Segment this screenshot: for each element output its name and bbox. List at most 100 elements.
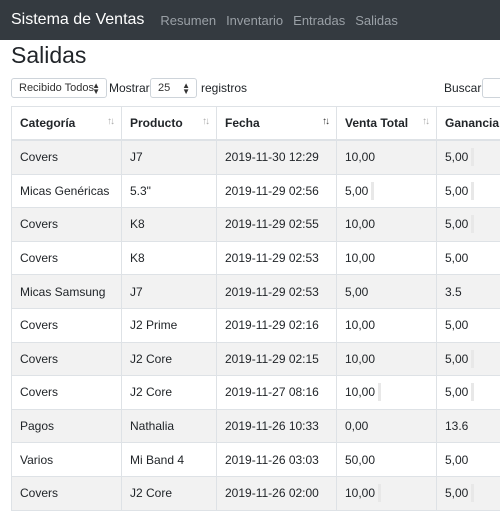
show-label: Mostrar [109, 81, 150, 95]
cell-ganancia: 5,00 [437, 476, 500, 510]
ganancia-value[interactable]: 5,00 [445, 215, 474, 233]
page-title: Salidas [11, 42, 86, 69]
cell-fecha: 2019-11-26 10:33 [217, 409, 337, 443]
cell-categoria: Covers [12, 140, 122, 174]
table-row: CoversJ2 Core2019-11-26 02:0010,005,00 [12, 476, 500, 510]
cell-venta-total: 10,00 [337, 476, 437, 510]
cell-categoria: Pagos [12, 409, 122, 443]
cell-producto: Nathalia [122, 409, 217, 443]
table-row: CoversJ2 Core2019-11-27 08:1610,005,00 [12, 376, 500, 410]
column-header-fecha[interactable]: Fecha ↑↓ [217, 107, 337, 141]
ganancia-value[interactable]: 5,00 [445, 350, 474, 368]
nav-link-salidas[interactable]: Salidas [355, 13, 398, 28]
cell-categoria: Covers [12, 208, 122, 242]
table-row: PagosNathalia2019-11-26 10:33 0,00 13.6 [12, 409, 500, 443]
ganancia-value[interactable]: 5,00 [445, 383, 474, 401]
table-header-row: Categoría↑↓ Producto↑↓ Fecha↑↓ Venta Tot… [12, 107, 500, 141]
venta-total-value: 10,00 [345, 251, 375, 265]
cell-producto: J2 Core [122, 342, 217, 376]
cell-fecha: 2019-11-29 02:53 [217, 241, 337, 275]
table-row: CoversJ72019-11-30 12:2910,00 5,00 [12, 140, 500, 174]
cell-fecha: 2019-11-29 02:16 [217, 308, 337, 342]
cell-ganancia: 5,00 [437, 140, 500, 174]
column-header-categoria[interactable]: Categoría ↑↓ [12, 107, 122, 141]
ganancia-value: 5,00 [445, 453, 468, 467]
page-size-value: 25 [158, 82, 170, 94]
filter-select[interactable]: Recibido Todos ▲▼ [11, 78, 107, 98]
cell-categoria: Micas Samsung [12, 275, 122, 309]
ganancia-value[interactable]: 5,00 [445, 148, 474, 166]
records-label: registros [201, 81, 247, 95]
nav-link-inventario[interactable]: Inventario [226, 13, 283, 28]
column-header-label: Fecha [225, 116, 260, 130]
cell-ganancia: 5,00 [437, 342, 500, 376]
table-row: Micas Genéricas5.3"2019-11-29 02:565,005… [12, 174, 500, 208]
ganancia-value[interactable]: 5,00 [445, 182, 474, 200]
venta-total-value[interactable]: 10,00 [345, 383, 381, 401]
column-header-producto[interactable]: Producto↑↓ [122, 107, 217, 141]
ganancia-value: 13.6 [445, 419, 468, 433]
cell-ganancia: 5,00 [437, 443, 500, 477]
sort-desc-icon: ↑↓ [322, 116, 328, 127]
nav-link-resumen[interactable]: Resumen [160, 13, 216, 28]
table-row: Micas SamsungJ72019-11-29 02:535,003.5 [12, 275, 500, 309]
cell-categoria: Covers [12, 308, 122, 342]
cell-venta-total: 10,00 [337, 208, 437, 242]
cell-ganancia: 5,00 [437, 376, 500, 410]
cell-venta-total: 50,00 [337, 443, 437, 477]
column-header-label: Producto [130, 116, 183, 130]
page-size-select[interactable]: 25 ▲▼ [150, 78, 197, 98]
cell-fecha: 2019-11-26 03:03 [217, 443, 337, 477]
cell-producto: K8 [122, 208, 217, 242]
cell-fecha: 2019-11-26 02:00 [217, 476, 337, 510]
venta-total-value: 50,00 [345, 453, 375, 467]
cell-fecha: 2019-11-30 12:29 [217, 140, 337, 174]
table-row: CoversK82019-11-29 02:53 10,00 5,00 [12, 241, 500, 275]
venta-total-value[interactable]: 5,00 [345, 182, 374, 200]
cell-producto: J7 [122, 140, 217, 174]
cell-producto: J2 Core [122, 376, 217, 410]
cell-producto: J2 Prime [122, 308, 217, 342]
table-row: CoversJ2 Prime2019-11-29 02:1610,005,00 [12, 308, 500, 342]
cell-producto: K8 [122, 241, 217, 275]
cell-producto: J7 [122, 275, 217, 309]
cell-ganancia: 5,00 [437, 241, 500, 275]
cell-categoria: Covers [12, 342, 122, 376]
cell-venta-total: 10,00 [337, 140, 437, 174]
search-input[interactable] [482, 78, 500, 98]
filter-select-value: Recibido Todos [19, 82, 94, 94]
cell-fecha: 2019-11-29 02:53 [217, 275, 337, 309]
cell-venta-total: 5,00 [337, 275, 437, 309]
cell-categoria: Covers [12, 476, 122, 510]
nav-link-entradas[interactable]: Entradas [293, 13, 345, 28]
search-label: Buscar: [444, 81, 485, 95]
venta-total-value: 10,00 [345, 318, 375, 332]
sort-arrows-icon: ↑↓ [422, 116, 428, 127]
column-header-label: Categoría [20, 116, 75, 130]
table-row: CoversK82019-11-29 02:5510,00 5,00 [12, 208, 500, 242]
column-header-venta-total[interactable]: Venta Total ↑↓ [337, 107, 437, 141]
cell-producto: 5.3" [122, 174, 217, 208]
venta-total-value: 0,00 [345, 419, 368, 433]
cell-categoria: Varios [12, 443, 122, 477]
table-row: VariosMi Band 42019-11-26 03:0350,005,00 [12, 443, 500, 477]
cell-ganancia: 3.5 [437, 275, 500, 309]
sort-arrows-icon: ↑↓ [107, 116, 113, 127]
cell-venta-total: 5,00 [337, 174, 437, 208]
cell-venta-total: 10,00 [337, 342, 437, 376]
cell-venta-total: 10,00 [337, 376, 437, 410]
table-controls: Recibido Todos ▲▼ Mostrar 25 ▲▼ registro… [11, 78, 500, 100]
cell-fecha: 2019-11-27 08:16 [217, 376, 337, 410]
chevron-updown-icon: ▲▼ [92, 83, 100, 95]
column-header-ganancia[interactable]: Ganancia↑↓ [437, 107, 500, 141]
column-header-label: Ganancia [445, 116, 499, 130]
cell-fecha: 2019-11-29 02:55 [217, 208, 337, 242]
cell-venta-total: 0,00 [337, 409, 437, 443]
cell-categoria: Micas Genéricas [12, 174, 122, 208]
sales-table: Categoría↑↓ Producto↑↓ Fecha↑↓ Venta Tot… [11, 106, 500, 511]
cell-venta-total: 10,00 [337, 241, 437, 275]
cell-producto: J2 Core [122, 476, 217, 510]
cell-categoria: Covers [12, 241, 122, 275]
column-header-label: Venta Total [345, 116, 408, 130]
brand-title[interactable]: Sistema de Ventas [11, 11, 144, 29]
